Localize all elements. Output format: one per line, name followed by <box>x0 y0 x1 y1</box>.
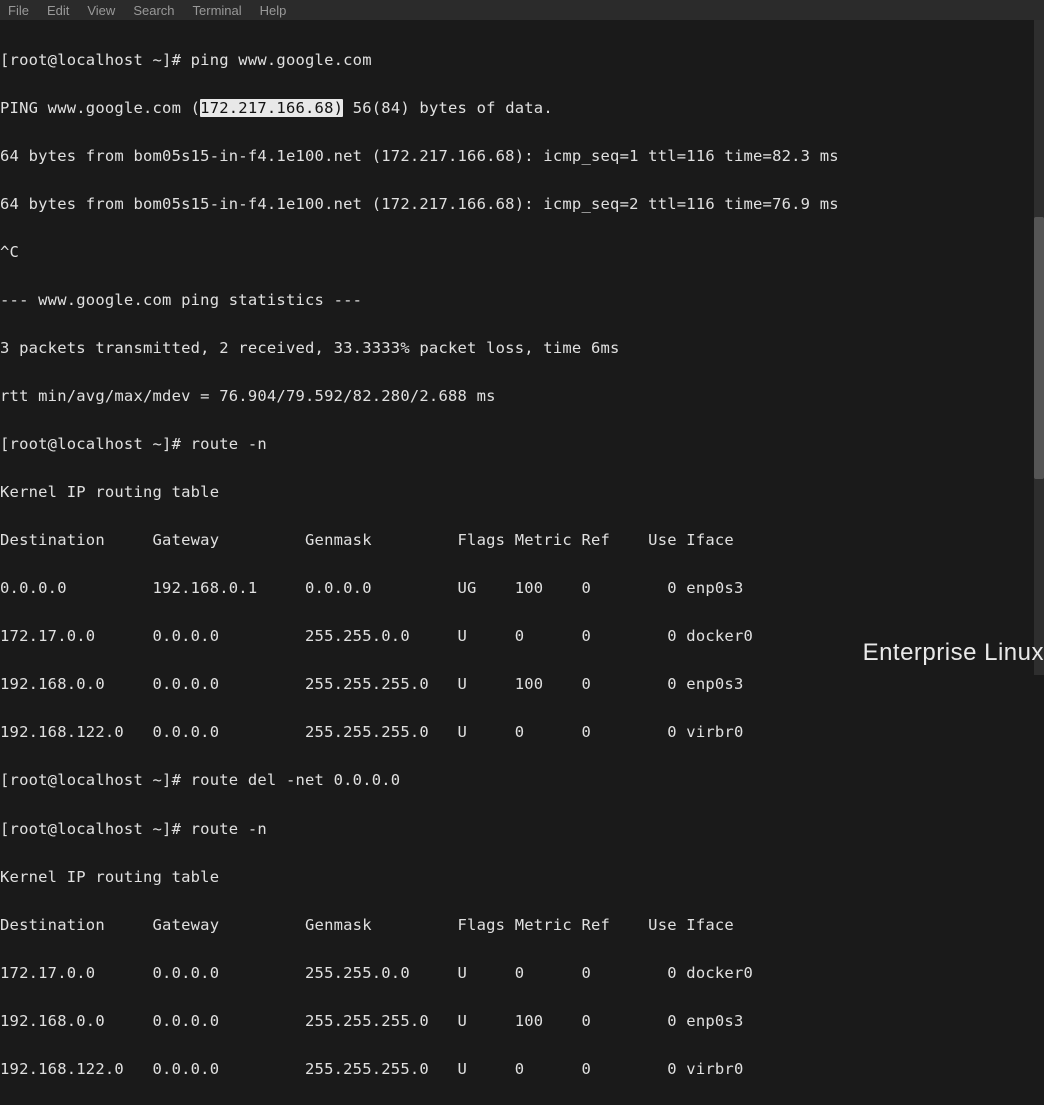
menu-view[interactable]: View <box>87 3 115 18</box>
prompt: [root@localhost ~]# <box>0 771 191 789</box>
route-row: 0.0.0.0 192.168.0.1 0.0.0.0 UG 100 0 0 e… <box>0 576 1044 600</box>
prompt: [root@localhost ~]# <box>0 435 191 453</box>
menu-edit[interactable]: Edit <box>47 3 69 18</box>
watermark: Enterprise Linux <box>863 639 1044 667</box>
ctrl-c: ^C <box>0 240 1044 264</box>
prompt: [root@localhost ~]# <box>0 820 191 838</box>
route-row: 172.17.0.0 0.0.0.0 255.255.0.0 U 0 0 0 d… <box>0 961 1044 985</box>
scrollbar-thumb[interactable] <box>1034 217 1044 479</box>
terminal-output[interactable]: [root@localhost ~]# ping www.google.com … <box>0 20 1044 1105</box>
ping-response: 64 bytes from bom05s15-in-f4.1e100.net (… <box>0 192 1044 216</box>
command-route: route -n <box>191 820 267 838</box>
ping-stats-line: 3 packets transmitted, 2 received, 33.33… <box>0 336 1044 360</box>
scrollbar[interactable] <box>1034 20 1044 675</box>
command-route: route -n <box>191 435 267 453</box>
route-row: 192.168.122.0 0.0.0.0 255.255.255.0 U 0 … <box>0 1057 1044 1081</box>
ping-stats-header: --- www.google.com ping statistics --- <box>0 288 1044 312</box>
route-row: 192.168.122.0 0.0.0.0 255.255.255.0 U 0 … <box>0 720 1044 744</box>
ping-header-a: PING www.google.com ( <box>0 99 200 117</box>
menu-search[interactable]: Search <box>133 3 174 18</box>
ping-header-b: 56(84) bytes of data. <box>343 99 553 117</box>
menu-file[interactable]: File <box>8 3 29 18</box>
ping-ip-highlight: 172.217.166.68) <box>200 99 343 117</box>
command-route-del: route del -net 0.0.0.0 <box>191 771 401 789</box>
route-header: Destination Gateway Genmask Flags Metric… <box>0 528 1044 552</box>
ping-response: 64 bytes from bom05s15-in-f4.1e100.net (… <box>0 144 1044 168</box>
ping-stats-line: rtt min/avg/max/mdev = 76.904/79.592/82.… <box>0 384 1044 408</box>
menu-terminal[interactable]: Terminal <box>193 3 242 18</box>
menubar[interactable]: File Edit View Search Terminal Help <box>0 0 1044 20</box>
route-row: 192.168.0.0 0.0.0.0 255.255.255.0 U 100 … <box>0 1009 1044 1033</box>
route-title: Kernel IP routing table <box>0 865 1044 889</box>
route-title: Kernel IP routing table <box>0 480 1044 504</box>
prompt: [root@localhost ~]# <box>0 51 191 69</box>
command-ping: ping www.google.com <box>191 51 372 69</box>
route-row: 192.168.0.0 0.0.0.0 255.255.255.0 U 100 … <box>0 672 1044 696</box>
menu-help[interactable]: Help <box>260 3 287 18</box>
route-header: Destination Gateway Genmask Flags Metric… <box>0 913 1044 937</box>
